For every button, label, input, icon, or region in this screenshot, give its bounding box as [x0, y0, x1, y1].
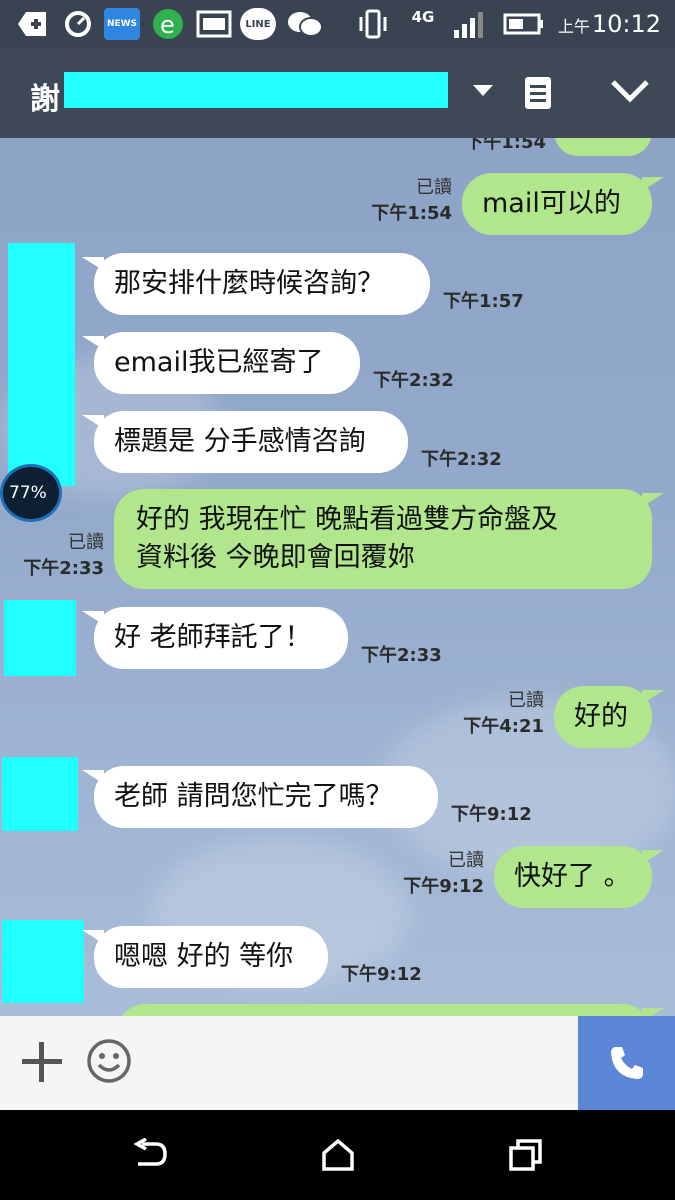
battery-icon	[503, 13, 543, 35]
message-time: 下午1:57	[443, 291, 524, 312]
chat-header: 謝	[0, 48, 675, 138]
signal-icon	[454, 12, 483, 38]
image-icon	[196, 10, 232, 38]
message-bubble-incoming[interactable]: 那安排什麼時候咨詢？	[82, 253, 430, 315]
message-time: 下午1:54	[465, 138, 546, 153]
message-time: 下午9:12	[451, 804, 532, 825]
message-time: 下午2:32	[421, 449, 502, 470]
emoji-icon[interactable]	[86, 1038, 132, 1084]
avatar[interactable]	[2, 920, 84, 1003]
message-meta: 已讀 下午2:33	[23, 532, 104, 579]
message-bubble-incoming[interactable]: email我已經寄了	[82, 332, 360, 394]
dropdown-arrow-icon[interactable]	[472, 84, 494, 98]
sync-icon	[65, 11, 91, 37]
svg-text:e: e	[160, 11, 175, 39]
chat-area[interactable]: 下午1:54 77% mail可以的 已讀 下午1:54 那安排什麼時候咨詢？ 下…	[0, 138, 675, 1016]
line-app-icon: LINE	[240, 8, 276, 40]
add-notification-icon	[18, 12, 46, 36]
message-time: 下午9:12	[341, 964, 422, 985]
message-bubble-outgoing[interactable]: mail可以的	[462, 173, 664, 235]
avatar[interactable]	[4, 600, 76, 676]
phone-icon	[610, 1047, 643, 1079]
chevron-down-icon[interactable]	[610, 78, 650, 104]
network-type-label: 4G	[411, 8, 435, 26]
message-bubble-clipped[interactable]	[116, 1004, 664, 1016]
redacted-name-block	[64, 72, 448, 108]
message-bubble-incoming[interactable]: 標題是 分手感情咨詢	[82, 411, 408, 473]
message-bubble-clipped[interactable]	[554, 138, 652, 156]
call-button[interactable]	[578, 1016, 675, 1110]
home-icon[interactable]	[320, 1138, 356, 1172]
message-bubble-outgoing[interactable]: 好的	[554, 686, 664, 748]
message-time: 下午2:32	[373, 370, 454, 391]
status-bar: NEWS e LINE 4G 上午10:12	[0, 0, 675, 48]
news-app-icon: NEWS	[104, 8, 140, 40]
message-time: 下午2:33	[361, 645, 442, 666]
memory-boost-widget[interactable]: 77%	[0, 464, 62, 522]
vibrate-icon	[359, 9, 387, 39]
clock: 上午10:12	[557, 10, 661, 38]
avatar[interactable]	[2, 757, 78, 831]
system-nav-bar	[0, 1110, 675, 1200]
plus-icon[interactable]	[18, 1038, 66, 1086]
avatar[interactable]	[8, 243, 75, 486]
note-icon[interactable]	[524, 76, 552, 110]
recent-apps-icon[interactable]	[508, 1138, 544, 1172]
input-bar	[0, 1016, 675, 1110]
message-meta: 已讀 下午4:21	[463, 690, 544, 737]
wechat-icon	[288, 12, 323, 37]
message-bubble-incoming[interactable]: 嗯嗯 好的 等你	[82, 926, 328, 988]
message-bubble-incoming[interactable]: 好 老師拜託了！	[82, 607, 348, 669]
message-line: 資料後 今晚即會回覆妳	[136, 542, 415, 573]
message-bubble-incoming[interactable]: 老師 請問您忙完了嗎？	[82, 766, 438, 828]
back-icon[interactable]	[132, 1138, 168, 1170]
message-meta: 已讀 下午1:54	[371, 177, 452, 224]
message-bubble-outgoing[interactable]: 好的 我現在忙 晚點看過雙方命盤及 資料後 今晚即會回覆妳	[114, 489, 664, 589]
message-bubble-outgoing[interactable]: 快好了 。	[494, 846, 664, 908]
chat-title[interactable]: 謝	[30, 74, 60, 118]
message-line: 好的 我現在忙 晚點看過雙方命盤及	[136, 504, 559, 535]
browser-e-icon: e	[153, 9, 183, 39]
message-meta: 已讀 下午9:12	[403, 850, 484, 897]
